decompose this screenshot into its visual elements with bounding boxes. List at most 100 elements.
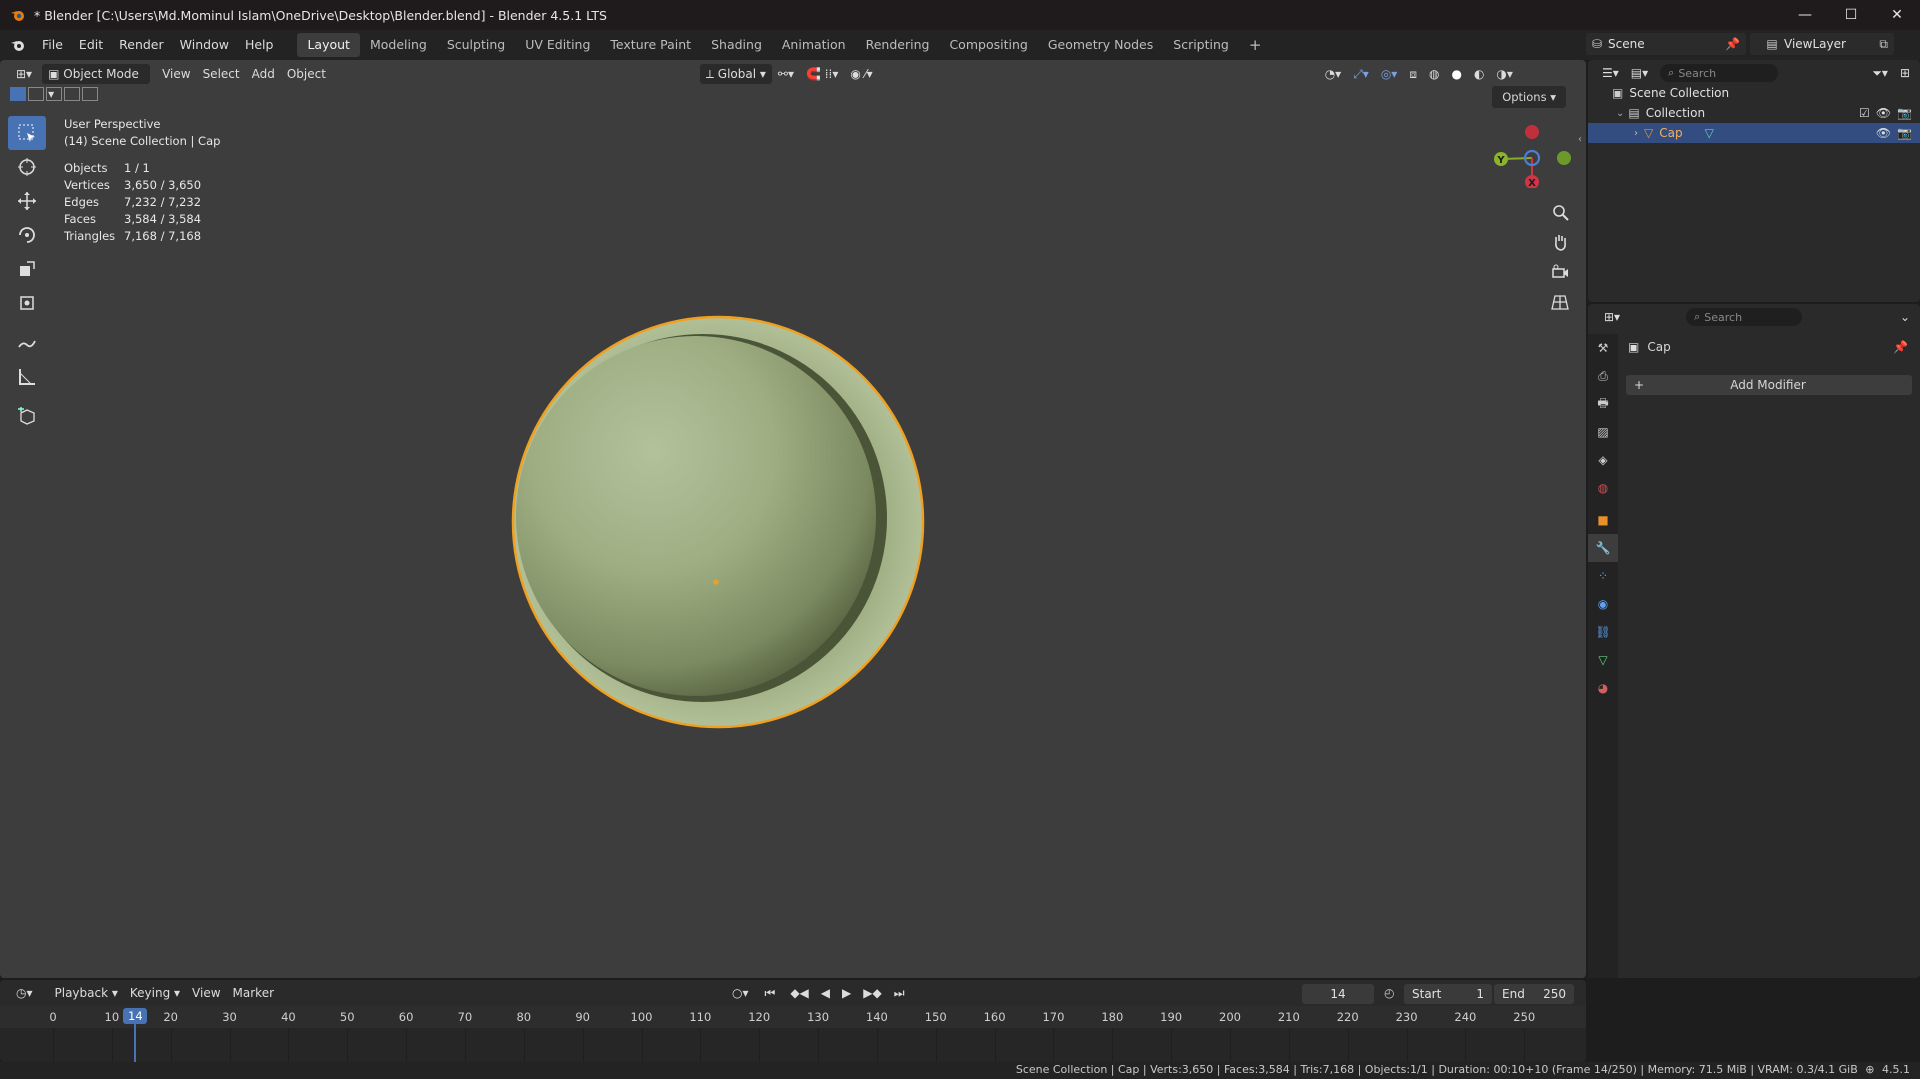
- close-button[interactable]: ✕: [1874, 0, 1920, 30]
- sidebar-toggle-icon[interactable]: ‹: [1578, 134, 1582, 145]
- jump-end-icon[interactable]: ⏭: [888, 983, 911, 1003]
- end-frame-field[interactable]: End 250: [1494, 984, 1574, 1004]
- shading-rendered-icon[interactable]: ◑▾: [1490, 64, 1519, 84]
- select-invert-icon[interactable]: [64, 87, 80, 101]
- neg-x-axis-ball[interactable]: [1525, 125, 1539, 139]
- add-modifier-button[interactable]: + Add Modifier: [1626, 375, 1912, 395]
- timeline-editor-type-icon[interactable]: ◷▾: [10, 983, 39, 1003]
- select-subtract-icon[interactable]: [46, 87, 62, 101]
- viewlayer-selector[interactable]: ▤ ViewLayer ⧉: [1760, 33, 1894, 55]
- filter-icon[interactable]: ⏷▾: [1866, 63, 1894, 83]
- xray-icon[interactable]: ⧈: [1403, 64, 1423, 84]
- pivot-icon[interactable]: ⚯▾: [772, 64, 800, 84]
- render-camera-icon[interactable]: 📷: [1897, 126, 1912, 140]
- select-intersect-icon[interactable]: [82, 87, 98, 101]
- current-frame-field[interactable]: 14: [1302, 984, 1374, 1004]
- tab-tool[interactable]: ⚒: [1588, 334, 1618, 362]
- menu-select[interactable]: Select: [197, 64, 246, 84]
- menu-window[interactable]: Window: [172, 33, 237, 57]
- measure-tool[interactable]: [8, 360, 46, 394]
- cap-object[interactable]: [500, 300, 940, 740]
- add-cube-tool[interactable]: [8, 400, 46, 434]
- gizmo-toggle-icon[interactable]: ⤢▾: [1347, 64, 1375, 84]
- tab-data[interactable]: ▽: [1588, 646, 1618, 674]
- prev-keyframe-icon[interactable]: ◆◀: [784, 983, 814, 1003]
- visibility-eye-icon[interactable]: 👁: [1876, 126, 1891, 140]
- neg-y-axis-ball[interactable]: [1557, 151, 1571, 165]
- expand-chevron-icon[interactable]: ›: [1634, 128, 1638, 139]
- menu-keying[interactable]: Keying ▾: [124, 983, 186, 1003]
- visibility-icon[interactable]: ◔▾: [1319, 64, 1348, 84]
- scene-selector[interactable]: ⛁ Scene 📌: [1586, 33, 1746, 55]
- cursor-tool[interactable]: [8, 150, 46, 184]
- play-reverse-icon[interactable]: ◀: [815, 983, 836, 1003]
- tab-constraints[interactable]: ⛓: [1588, 618, 1618, 646]
- transform-orientation-dropdown[interactable]: ⟂ Global ▾: [699, 64, 772, 84]
- play-icon[interactable]: ▶: [836, 983, 857, 1003]
- tab-layout[interactable]: Layout: [297, 33, 360, 57]
- transform-tool[interactable]: [8, 286, 46, 320]
- shading-solid-icon[interactable]: ●: [1445, 64, 1467, 84]
- tab-physics[interactable]: ◉: [1588, 590, 1618, 618]
- menu-view[interactable]: View: [186, 983, 226, 1003]
- outliner-row-scene-collection[interactable]: ▣ Scene Collection: [1588, 83, 1920, 103]
- outliner-search-input[interactable]: ⌕ Search: [1660, 64, 1779, 82]
- select-new-icon[interactable]: [10, 87, 26, 101]
- annotate-tool[interactable]: [8, 326, 46, 360]
- visibility-eye-icon[interactable]: 👁: [1876, 106, 1891, 120]
- menu-edit[interactable]: Edit: [71, 33, 111, 57]
- tab-shading[interactable]: Shading: [701, 33, 772, 57]
- tab-material[interactable]: ◕: [1588, 674, 1618, 702]
- duplicate-layer-icon[interactable]: ⧉: [1879, 37, 1888, 52]
- tab-scene[interactable]: ◈: [1588, 446, 1618, 474]
- select-box-tool[interactable]: [8, 116, 46, 150]
- properties-editor-type-icon[interactable]: ⊞▾: [1598, 307, 1626, 327]
- tab-output[interactable]: 🖶: [1588, 390, 1618, 418]
- timeline-ruler[interactable]: 0 10 20 30 40 50 60 70 80 90 100 110 120 130 140 150 160…: [0, 1006, 1586, 1062]
- editor-type-icon[interactable]: ⊞▾: [10, 64, 38, 84]
- start-frame-field[interactable]: Start 1: [1404, 984, 1492, 1004]
- mesh-data-icon[interactable]: ▽: [1705, 126, 1714, 140]
- rotate-tool[interactable]: [8, 218, 46, 252]
- menu-file[interactable]: File: [34, 33, 71, 57]
- blender-menu-icon[interactable]: [10, 37, 26, 53]
- outliner-row-cap[interactable]: › ▽ Cap ▽ 👁 📷: [1588, 123, 1920, 143]
- tab-animation[interactable]: Animation: [772, 33, 856, 57]
- tab-rendering[interactable]: Rendering: [856, 33, 940, 57]
- render-camera-icon[interactable]: 📷: [1897, 106, 1912, 120]
- stopwatch-icon[interactable]: ◴: [1384, 986, 1394, 1000]
- pin-icon[interactable]: 📌: [1893, 340, 1908, 354]
- menu-playback[interactable]: Playback ▾: [49, 983, 124, 1003]
- expand-chevron-icon[interactable]: ⌄: [1616, 108, 1624, 119]
- next-keyframe-icon[interactable]: ▶◆: [857, 983, 887, 1003]
- tab-view-layer[interactable]: ▨: [1588, 418, 1618, 446]
- new-collection-icon[interactable]: ⊞: [1894, 63, 1916, 83]
- display-mode-icon[interactable]: ▤▾: [1625, 63, 1654, 83]
- menu-object[interactable]: Object: [281, 64, 332, 84]
- minimize-button[interactable]: —: [1782, 0, 1828, 30]
- select-extend-icon[interactable]: [28, 87, 44, 101]
- pan-hand-icon[interactable]: [1548, 230, 1572, 254]
- zoom-icon[interactable]: [1548, 200, 1572, 224]
- menu-render[interactable]: Render: [111, 33, 172, 57]
- tab-compositing[interactable]: Compositing: [939, 33, 1037, 57]
- snap-icon[interactable]: 🧲 ⁞⁞▾: [800, 64, 844, 84]
- maximize-button[interactable]: ☐: [1828, 0, 1874, 30]
- menu-view[interactable]: View: [156, 64, 196, 84]
- add-workspace-button[interactable]: +: [1239, 33, 1272, 57]
- tab-texture-paint[interactable]: Texture Paint: [600, 33, 701, 57]
- options-chevron-icon[interactable]: ⌄: [1894, 307, 1916, 327]
- timeline-track[interactable]: [0, 1028, 1586, 1062]
- tab-scripting[interactable]: Scripting: [1163, 33, 1239, 57]
- tab-geometry-nodes[interactable]: Geometry Nodes: [1038, 33, 1163, 57]
- tab-modeling[interactable]: Modeling: [360, 33, 437, 57]
- tab-world[interactable]: ◍: [1588, 474, 1618, 502]
- outliner-editor-type-icon[interactable]: ☰▾: [1596, 63, 1625, 83]
- menu-help[interactable]: Help: [237, 33, 282, 57]
- menu-marker[interactable]: Marker: [227, 983, 280, 1003]
- tab-particles[interactable]: ⁘: [1588, 562, 1618, 590]
- menu-add[interactable]: Add: [246, 64, 281, 84]
- camera-view-icon[interactable]: [1548, 260, 1572, 284]
- properties-search-input[interactable]: ⌕ Search: [1686, 308, 1803, 326]
- auto-key-icon[interactable]: ○▾: [726, 983, 755, 1003]
